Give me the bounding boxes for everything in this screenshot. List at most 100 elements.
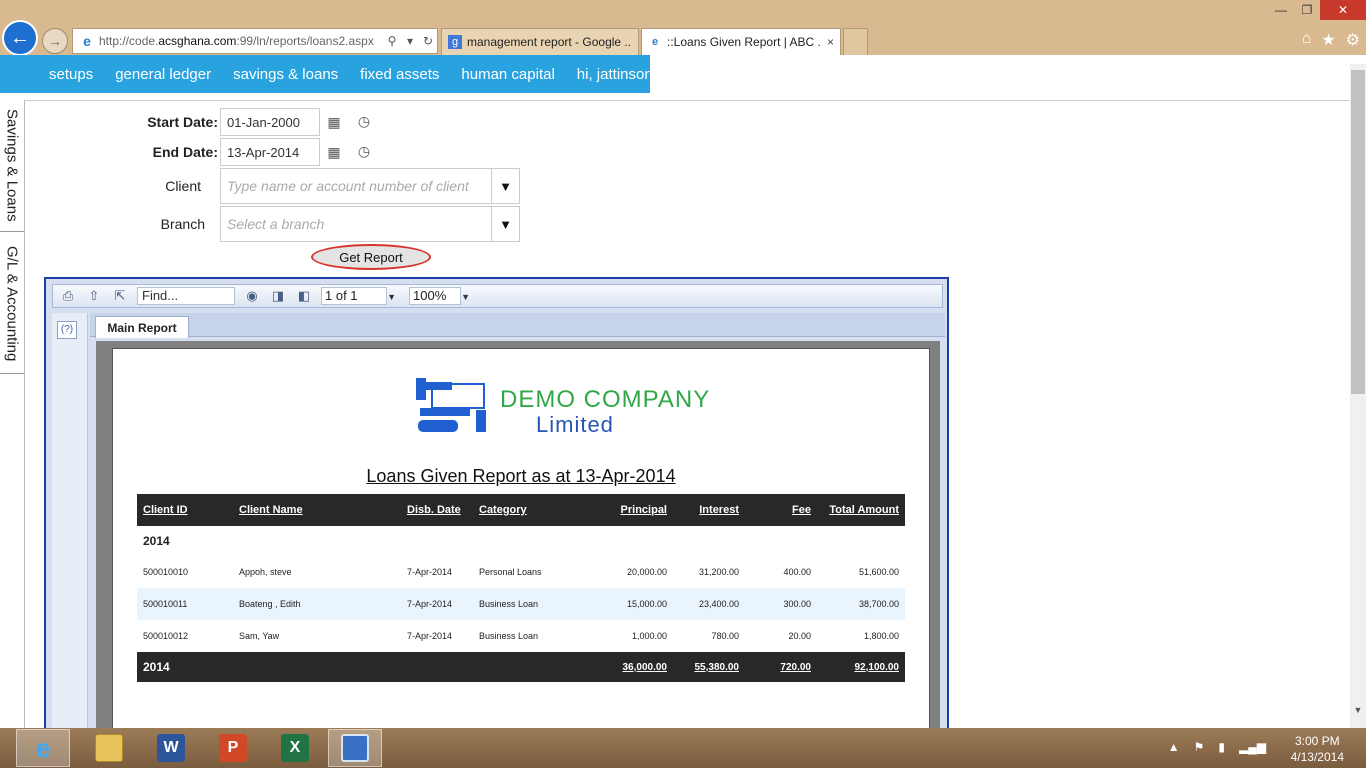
forward-arrow-icon: → xyxy=(48,33,62,49)
branch-select[interactable]: Select a branch ▼ xyxy=(220,206,520,242)
side-tab-strip: Savings & Loans G/L & Accounting xyxy=(0,100,25,728)
client-dropdown-icon[interactable]: ▼ xyxy=(491,169,519,203)
binoculars-icon[interactable]: ◉ xyxy=(243,288,261,304)
report-title: Loans Given Report as at 13-Apr-2014 xyxy=(366,466,676,486)
column-header[interactable]: Client ID xyxy=(137,494,233,526)
windows-taskbar: e W P X ▲ ⚑ ▮ ▂▄▆ 3:00 PM 4/13/2014 xyxy=(0,728,1366,768)
up-arrow-icon[interactable]: ⇧ xyxy=(85,288,103,304)
settings-gear-icon[interactable]: ⚙ xyxy=(1346,30,1360,50)
taskbar-word[interactable]: W xyxy=(144,729,198,767)
branch-dropdown-icon[interactable]: ▼ xyxy=(491,207,519,241)
column-header[interactable]: Category xyxy=(473,494,593,526)
system-clock[interactable]: 3:00 PM 4/13/2014 xyxy=(1291,733,1344,765)
taskbar-file-explorer[interactable] xyxy=(82,729,136,767)
page-selector[interactable]: 1 of 1 ▼ xyxy=(321,287,396,305)
cell-interest: 31,200.00 xyxy=(698,567,739,577)
refresh-icon[interactable]: ↻ xyxy=(419,34,437,48)
address-bar[interactable]: e http://code.acsghana.com:99/ln/reports… xyxy=(72,28,438,54)
column-header[interactable]: Interest xyxy=(673,494,745,526)
report-tabstrip: Main Report xyxy=(90,313,945,338)
totals-row: 2014 36,000.00 55,380.00 720.00 92,100.0… xyxy=(137,652,905,682)
taskbar-excel[interactable]: X xyxy=(268,729,322,767)
cell-client-name: Appoh, steve xyxy=(239,567,292,577)
column-header[interactable]: Fee xyxy=(745,494,817,526)
taskbar-powerpoint[interactable]: P xyxy=(206,729,260,767)
table-row: 500010011 Boateng , Edith 7-Apr-2014 Bus… xyxy=(137,588,905,620)
clock-icon[interactable]: ◷ xyxy=(356,113,372,129)
cell-category: Business Loan xyxy=(479,631,539,641)
find-input[interactable]: Find... xyxy=(137,287,235,305)
scroll-down-icon[interactable]: ▼ xyxy=(1350,702,1366,718)
end-date-input[interactable]: 13-Apr-2014 xyxy=(220,138,320,166)
print-icon[interactable]: ⎙ xyxy=(59,288,77,304)
back-button[interactable]: ← xyxy=(2,20,38,56)
cell-category: Business Loan xyxy=(473,588,593,620)
export-icon[interactable]: ⇱ xyxy=(111,288,129,304)
taskbar-remote-desktop[interactable] xyxy=(328,729,382,767)
page-scrollbar[interactable]: ▲ ▼ xyxy=(1350,64,1366,728)
column-header[interactable]: Total Amount xyxy=(817,494,905,526)
menu-setups[interactable]: setups xyxy=(49,66,93,83)
side-tab-gl-accounting[interactable]: G/L & Accounting xyxy=(0,234,24,374)
calendar-icon[interactable]: ▦ xyxy=(326,144,342,160)
new-tab-button[interactable] xyxy=(843,28,868,55)
column-header[interactable]: Disb. Date xyxy=(401,494,473,526)
tab-management-report[interactable]: g management report - Google ... xyxy=(441,28,639,55)
get-report-button[interactable]: Get Report xyxy=(311,244,431,270)
page-dropdown-icon[interactable]: ▼ xyxy=(387,289,396,305)
start-date-input[interactable]: 01-Jan-2000 xyxy=(220,108,320,136)
address-url[interactable]: http://code.acsghana.com:99/ln/reports/l… xyxy=(99,34,383,48)
branch-placeholder: Select a branch xyxy=(227,216,325,232)
tab-title: ::Loans Given Report | ABC ... xyxy=(667,35,821,49)
viewer-toolbar: ⎙ ⇧ ⇱ Find... ◉ ◨ ◧ 1 of 1 ▼ 100% ▼ xyxy=(52,284,943,308)
column-header[interactable]: Principal xyxy=(593,494,673,526)
cell-interest: 23,400.00 xyxy=(673,588,745,620)
ie-page-icon: e xyxy=(83,33,91,49)
search-icon[interactable]: ⚲ xyxy=(383,34,401,48)
tab-loans-given-report[interactable]: e ::Loans Given Report | ABC ... × xyxy=(641,28,841,55)
client-search-input[interactable]: Type name or account number of client ▼ xyxy=(220,168,520,204)
zoom-selector[interactable]: 100% ▼ xyxy=(409,287,470,305)
main-menu: setups general ledger savings & loans fi… xyxy=(0,55,653,93)
menu-human-capital[interactable]: human capital xyxy=(461,66,554,83)
menu-user-greeting[interactable]: hi, jattinson xyxy=(577,66,653,83)
report-viewer: ⎙ ⇧ ⇱ Find... ◉ ◨ ◧ 1 of 1 ▼ 100% ▼ (?) Ma… xyxy=(44,277,949,728)
menu-fixed-assets[interactable]: fixed assets xyxy=(360,66,439,83)
first-page-icon[interactable]: ◨ xyxy=(269,288,287,304)
window-close-icon[interactable]: ✕ xyxy=(1320,0,1366,20)
previous-page-icon[interactable]: ◧ xyxy=(295,288,313,304)
menu-savings-loans[interactable]: savings & loans xyxy=(233,66,338,83)
favorites-star-icon[interactable]: ★ xyxy=(1321,30,1335,50)
taskbar-internet-explorer[interactable]: e xyxy=(16,729,70,767)
menu-divider xyxy=(0,100,1350,101)
battery-icon[interactable]: ▮ xyxy=(1218,740,1225,754)
cell-total: 38,700.00 xyxy=(817,588,905,620)
action-center-flag-icon[interactable]: ⚑ xyxy=(1194,740,1205,754)
close-tab-icon[interactable]: × xyxy=(827,35,834,49)
show-hidden-icons-icon[interactable]: ▲ xyxy=(1168,740,1180,754)
restore-icon[interactable]: ❐ xyxy=(1294,0,1320,20)
dropdown-arrow-icon[interactable]: ▾ xyxy=(401,34,419,48)
menu-general-ledger[interactable]: general ledger xyxy=(115,66,211,83)
scrollbar-thumb[interactable] xyxy=(1351,70,1365,394)
group-label: 2014 xyxy=(143,534,170,548)
google-favicon-icon: g xyxy=(448,35,462,49)
company-suffix: Limited xyxy=(536,412,614,437)
clock-icon[interactable]: ◷ xyxy=(356,143,372,159)
total-principal: 36,000.00 xyxy=(593,652,673,682)
help-icon[interactable]: (?) xyxy=(57,321,77,339)
side-tab-savings-loans[interactable]: Savings & Loans xyxy=(0,100,24,232)
forward-button[interactable]: → xyxy=(42,28,68,54)
zoom-dropdown-icon[interactable]: ▼ xyxy=(461,289,470,305)
clock-time: 3:00 PM xyxy=(1294,734,1340,748)
table-row: 500010012 Sam, Yaw 7-Apr-2014 Business L… xyxy=(137,620,905,652)
cell-client-name: Boateng , Edith xyxy=(233,588,401,620)
tab-main-report[interactable]: Main Report xyxy=(95,316,189,338)
end-date-label: End Date: xyxy=(152,144,218,160)
table-header-row: Client ID Client Name Disb. Date Categor… xyxy=(137,494,905,526)
minimize-icon[interactable]: — xyxy=(1268,0,1294,20)
home-icon[interactable]: ⌂ xyxy=(1302,30,1312,50)
column-header[interactable]: Client Name xyxy=(233,494,401,526)
network-signal-icon[interactable]: ▂▄▆ xyxy=(1239,740,1266,754)
calendar-icon[interactable]: ▦ xyxy=(326,114,342,130)
